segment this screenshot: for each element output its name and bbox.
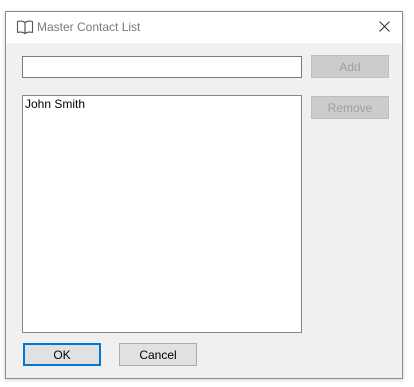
- close-button[interactable]: [366, 12, 402, 43]
- window-title: Master Contact List: [37, 20, 141, 34]
- close-icon: [378, 20, 390, 35]
- cancel-button-label: Cancel: [139, 347, 177, 362]
- remove-button[interactable]: Remove: [311, 96, 389, 119]
- contact-name-input[interactable]: [22, 56, 302, 78]
- ok-button-label: OK: [53, 347, 71, 362]
- open-book-icon: [16, 19, 34, 35]
- title-bar: Master Contact List: [6, 12, 402, 43]
- list-item[interactable]: John Smith: [25, 97, 299, 111]
- contact-list[interactable]: John Smith: [22, 95, 302, 333]
- add-button-label: Add: [339, 59, 361, 74]
- add-button[interactable]: Add: [311, 55, 389, 78]
- ok-button[interactable]: OK: [23, 343, 101, 366]
- cancel-button[interactable]: Cancel: [119, 343, 197, 366]
- remove-button-label: Remove: [327, 100, 373, 115]
- master-contact-list-dialog: Master Contact List Add John Smith Remov…: [5, 11, 403, 379]
